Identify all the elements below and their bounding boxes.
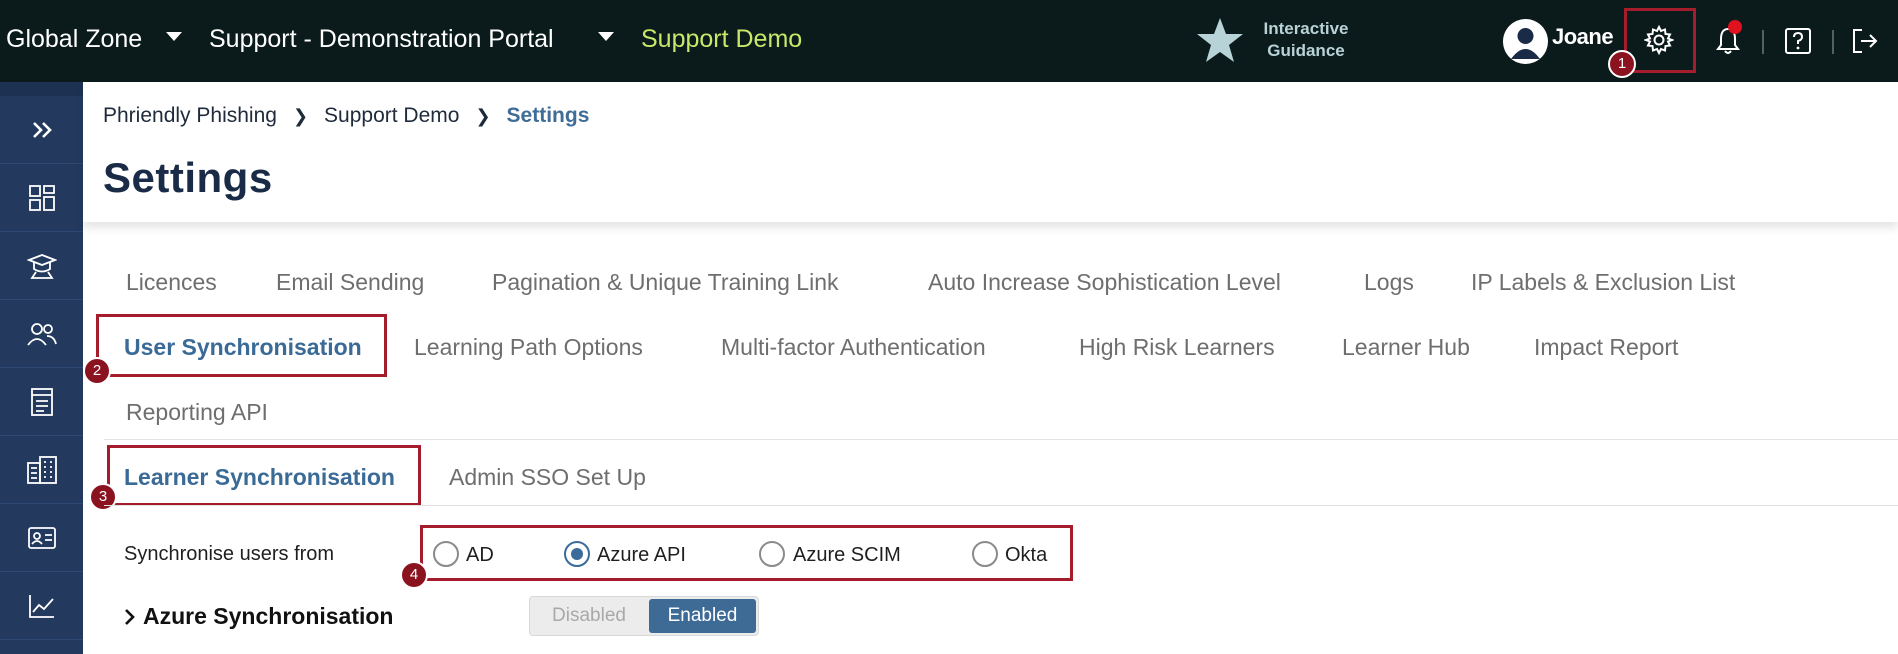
radio-azure-api[interactable] [564, 541, 590, 567]
divider [1762, 30, 1764, 54]
sidebar-item-contacts[interactable] [0, 504, 83, 572]
sidebar-item-organisation[interactable] [0, 436, 83, 504]
notification-dot [1728, 20, 1742, 34]
page-header: Phriendly Phishing ❯ Support Demo ❯ Sett… [83, 82, 1898, 222]
sidebar-item-training[interactable] [0, 232, 83, 300]
annotation-badge-4: 4 [400, 561, 428, 589]
zone-label: Global Zone [6, 24, 143, 53]
tab-high-risk[interactable]: High Risk Learners [1079, 334, 1275, 361]
sync-source-label: Synchronise users from [124, 543, 335, 565]
chevron-down-icon[interactable] [598, 32, 614, 41]
sidebar-item-reports[interactable] [0, 572, 83, 640]
interactive-guidance-label: Interactive Guidance [1251, 18, 1361, 62]
top-bar: Global Zone Support - Demonstration Port… [0, 0, 1898, 82]
tab-user-synchronisation[interactable]: User Synchronisation [124, 334, 362, 361]
breadcrumb-item[interactable]: Phriendly Phishing [103, 104, 277, 128]
dashboard-icon [28, 184, 55, 211]
interactive-guidance-button[interactable]: Interactive Guidance [1195, 14, 1355, 64]
tab-learning-path[interactable]: Learning Path Options [414, 334, 643, 361]
chevron-right-icon: ❯ [292, 105, 309, 126]
radio-label-azure-api: Azure API [597, 544, 686, 566]
guidance-line1: Interactive [1263, 19, 1349, 38]
radio-label-azure-scim: Azure SCIM [793, 544, 901, 566]
org-name[interactable]: Support Demo [641, 0, 802, 78]
double-chevron-right-icon [32, 121, 52, 138]
building-icon [26, 455, 57, 484]
radio-label-ad: AD [466, 544, 494, 566]
breadcrumb-item[interactable]: Support Demo [324, 104, 459, 128]
org-label: Support Demo [641, 24, 803, 53]
divider [1832, 30, 1834, 54]
radio-ad[interactable] [433, 541, 459, 567]
guidance-line2: Guidance [1267, 41, 1345, 60]
avatar[interactable] [1503, 19, 1548, 64]
divider [104, 505, 1898, 506]
breadcrumb: Phriendly Phishing ❯ Support Demo ❯ Sett… [103, 104, 589, 128]
radio-label-okta: Okta [1005, 544, 1048, 566]
annotation-badge-2: 2 [83, 357, 111, 385]
zone-selector[interactable]: Global Zone [6, 0, 142, 78]
sidebar-item-users[interactable] [0, 300, 83, 368]
divider [104, 439, 1898, 440]
chart-line-icon [28, 594, 54, 618]
portal-label: Support - Demonstration Portal [209, 24, 554, 53]
toggle-disabled-option[interactable]: Disabled [530, 597, 648, 635]
subtab-learner-synchronisation[interactable]: Learner Synchronisation [124, 464, 395, 491]
breadcrumb-current: Settings [506, 104, 590, 127]
tab-reporting-api[interactable]: Reporting API [126, 399, 268, 426]
chevron-down-icon[interactable] [166, 32, 182, 41]
help-icon[interactable] [1784, 27, 1812, 55]
annotation-badge-3: 3 [89, 483, 117, 511]
tab-ip-labels[interactable]: IP Labels & Exclusion List [1471, 269, 1735, 296]
azure-sync-toggle[interactable]: Disabled Enabled [529, 596, 759, 636]
tab-learner-hub[interactable]: Learner Hub [1342, 334, 1470, 361]
subtab-admin-sso[interactable]: Admin SSO Set Up [449, 464, 646, 491]
radio-okta[interactable] [972, 541, 998, 567]
tab-licences[interactable]: Licences [126, 269, 217, 296]
tab-auto-increase[interactable]: Auto Increase Sophistication Level [928, 269, 1281, 296]
chevron-right-icon[interactable] [124, 608, 136, 626]
toggle-enabled-option[interactable]: Enabled [649, 599, 756, 633]
annotation-badge-1: 1 [1608, 50, 1636, 78]
page-title: Settings [103, 154, 273, 201]
portal-selector[interactable]: Support - Demonstration Portal [209, 0, 554, 78]
chevron-right-icon: ❯ [475, 105, 491, 126]
content-icon [30, 387, 53, 416]
user-name[interactable]: Joane [1552, 24, 1614, 50]
users-icon [26, 322, 57, 346]
sidebar-item-dashboard[interactable] [0, 164, 83, 232]
id-card-icon [27, 526, 56, 549]
tab-logs[interactable]: Logs [1364, 269, 1414, 296]
sidebar-item-content[interactable] [0, 368, 83, 436]
tab-mfa[interactable]: Multi-factor Authentication [721, 334, 986, 361]
sidebar [0, 82, 83, 654]
sidebar-expand-button[interactable] [0, 96, 83, 164]
user-icon [1511, 28, 1540, 59]
training-icon [26, 253, 57, 279]
tab-impact-report[interactable]: Impact Report [1534, 334, 1678, 361]
gear-icon[interactable] [1644, 25, 1674, 55]
tab-pagination[interactable]: Pagination & Unique Training Link [492, 269, 839, 296]
radio-azure-scim[interactable] [759, 541, 785, 567]
sidebar-top-strip [0, 82, 83, 96]
tab-email-sending[interactable]: Email Sending [276, 269, 424, 296]
logout-icon[interactable] [1850, 27, 1880, 55]
star-icon [1197, 18, 1243, 62]
azure-sync-title[interactable]: Azure Synchronisation [143, 603, 393, 630]
